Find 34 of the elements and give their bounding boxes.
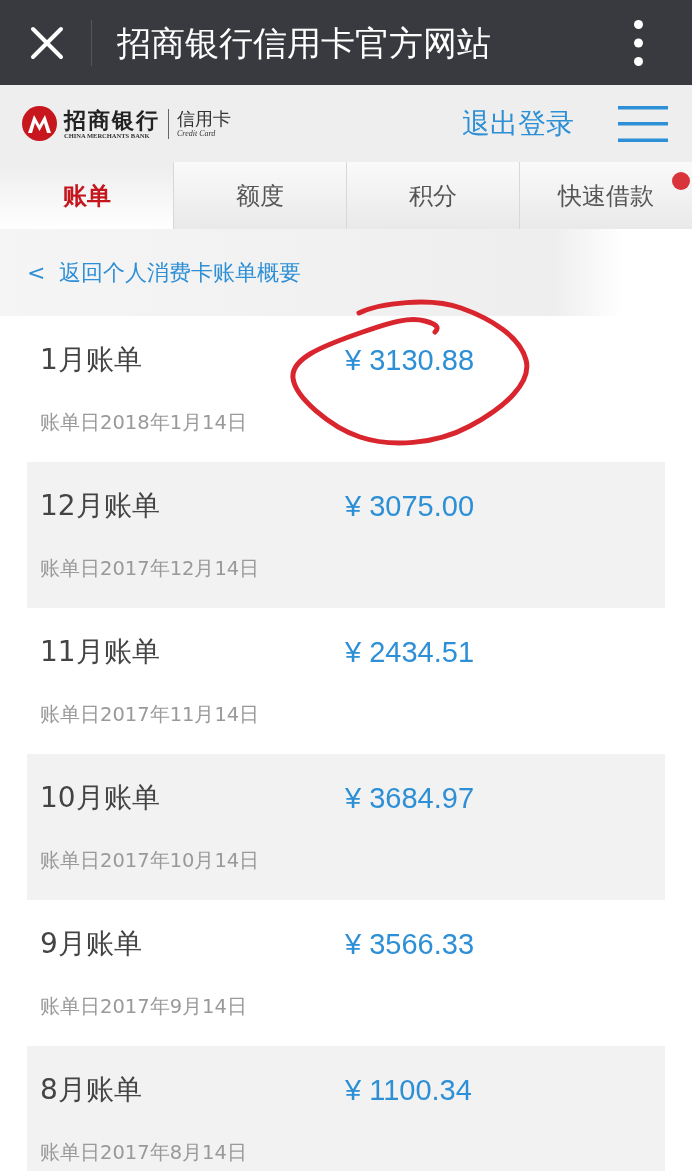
- bill-amount: ¥ 3684.97: [345, 781, 474, 816]
- bill-title: 9月账单: [40, 926, 142, 962]
- bill-amount: ¥ 1100.34: [345, 1073, 472, 1108]
- bank-logo-icon: [22, 106, 57, 141]
- bill-date: 账单日2017年11月14日: [40, 702, 260, 728]
- bill-row[interactable]: 8月账单 ¥ 1100.34 账单日2017年8月14日: [27, 1046, 665, 1171]
- bill-title: 1月账单: [40, 342, 142, 378]
- close-icon: [30, 25, 64, 60]
- bill-title: 12月账单: [40, 488, 160, 524]
- page-title: 招商银行信用卡官方网站: [117, 21, 492, 64]
- bill-amount: ¥ 3566.33: [345, 927, 474, 962]
- bill-amount: ¥ 3075.00: [345, 489, 474, 524]
- tab[interactable]: 快速借款: [519, 162, 692, 229]
- tab[interactable]: 账单: [0, 162, 173, 229]
- more-icon: [633, 19, 643, 66]
- tab[interactable]: 积分: [346, 162, 519, 229]
- bill-amount: ¥ 3130.88: [345, 343, 474, 378]
- bill-date: 账单日2018年1月14日: [40, 410, 247, 436]
- bill-amount: ¥ 2434.51: [345, 635, 474, 670]
- tab[interactable]: 额度: [173, 162, 346, 229]
- bill-title: 11月账单: [40, 634, 160, 670]
- bill-date: 账单日2017年8月14日: [40, 1140, 247, 1166]
- bill-row[interactable]: 12月账单 ¥ 3075.00 账单日2017年12月14日: [27, 462, 665, 608]
- bank-name: 招商银行: [64, 107, 160, 132]
- product-name: 信用卡: [177, 108, 231, 129]
- menu-button[interactable]: [618, 104, 668, 143]
- bill-title: 10月账单: [40, 780, 160, 816]
- bill-date: 账单日2017年9月14日: [40, 994, 247, 1020]
- bill-title: 8月账单: [40, 1072, 142, 1108]
- bill-date: 账单日2017年10月14日: [40, 848, 260, 874]
- bill-date: 账单日2017年12月14日: [40, 556, 260, 582]
- product-name-english: Credit Card: [177, 128, 217, 139]
- menu-icon: [618, 105, 668, 142]
- bill-row[interactable]: 10月账单 ¥ 3684.97 账单日2017年10月14日: [27, 754, 665, 900]
